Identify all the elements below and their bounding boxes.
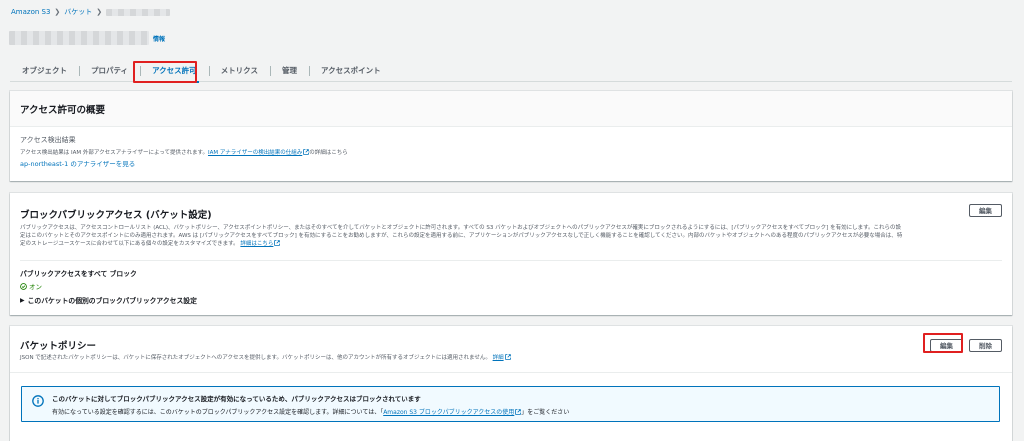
tab-metrics[interactable]: メトリクス <box>208 65 270 77</box>
access-findings-label: アクセス検出結果 <box>20 136 76 144</box>
breadcrumb-buckets[interactable]: バケット <box>64 7 92 17</box>
public-access-blocked-alert: このバケットに対してブロックパブリックアクセス設定が有効になっているため、パブリ… <box>21 386 1000 422</box>
bucket-name-redacted <box>9 31 149 45</box>
breadcrumb-bucket-name-redacted <box>106 8 171 16</box>
bucket-policy-learn-more-link[interactable]: 詳細 <box>493 355 504 361</box>
block-public-access-title: ブロックパブリックアクセス (バケット設定) <box>20 210 212 221</box>
alert-body: 有効になっている設定を確認するには、このバケットのブロックパブリックアクセス設定… <box>52 409 570 416</box>
info-icon <box>32 395 44 407</box>
alert-title: このバケットに対してブロックパブリックアクセス設定が有効になっているため、パブリ… <box>52 395 421 403</box>
chevron-right-icon: ❯ <box>96 8 103 16</box>
info-link[interactable]: 情報 <box>153 34 165 43</box>
block-public-learn-more-link[interactable]: 詳細はこちら <box>240 241 273 247</box>
access-findings-desc: アクセス検出結果は IAM 外部アクセスアナライザーによって提供されます。IAM… <box>20 149 348 156</box>
tab-access-points[interactable]: アクセスポイント <box>308 65 393 77</box>
bucket-policy-title: バケットポリシー <box>20 341 97 352</box>
caret-right-icon: ▶ <box>20 296 25 304</box>
bucket-policy-panel: バケットポリシー 編集 削除 JSON で記述されたバケットポリシーは、バケット… <box>10 326 1012 441</box>
external-link-icon <box>504 354 511 360</box>
tab-properties[interactable]: プロパティ <box>79 65 140 77</box>
highlight-edit-bucket-policy-button <box>923 333 963 353</box>
edit-block-public-access-button[interactable]: 編集 <box>969 203 1002 217</box>
check-circle-icon <box>20 282 27 290</box>
breadcrumb: Amazon S3 ❯ バケット ❯ <box>11 6 171 18</box>
tab-management[interactable]: 管理 <box>269 65 309 77</box>
block-public-access-desc: パブリックアクセスは、アクセスコントロールリスト (ACL)、バケットポリシー、… <box>20 225 903 247</box>
s3-block-public-access-docs-link[interactable]: Amazon S3 ブロックパブリックアクセスの使用 <box>383 409 514 416</box>
chevron-right-icon: ❯ <box>54 8 61 16</box>
individual-settings-expander[interactable]: ▶ このバケットの個別のブロックパブリックアクセス設定 <box>20 295 1002 306</box>
block-public-access-panel: ブロックパブリックアクセス (バケット設定) 編集 パブリックアクセスは、アクセ… <box>10 193 1012 315</box>
delete-bucket-policy-button[interactable]: 削除 <box>969 338 1002 352</box>
breadcrumb-amazon-s3[interactable]: Amazon S3 <box>11 8 50 16</box>
page-title: 情報 <box>9 31 165 45</box>
iam-analyzer-link[interactable]: IAM アナライザーの検出結果の仕組み <box>208 150 302 156</box>
highlight-permissions-tab <box>133 61 197 83</box>
permissions-overview-title: アクセス許可の概要 <box>20 104 106 116</box>
block-all-status: オン <box>20 281 1002 291</box>
view-analyzer-link[interactable]: ap-northeast-1 のアナライザーを見る <box>20 158 1002 168</box>
permissions-overview-panel: アクセス許可の概要 アクセス検出結果 アクセス検出結果は IAM 外部アクセスア… <box>10 91 1012 181</box>
block-all-label: パブリックアクセスをすべて ブロック <box>20 270 137 278</box>
tab-objects[interactable]: オブジェクト <box>10 65 79 77</box>
external-link-icon <box>274 240 281 246</box>
bucket-policy-desc: JSON で記述されたバケットポリシーは、バケットに保存されたオブジェクトへのア… <box>10 352 1012 364</box>
